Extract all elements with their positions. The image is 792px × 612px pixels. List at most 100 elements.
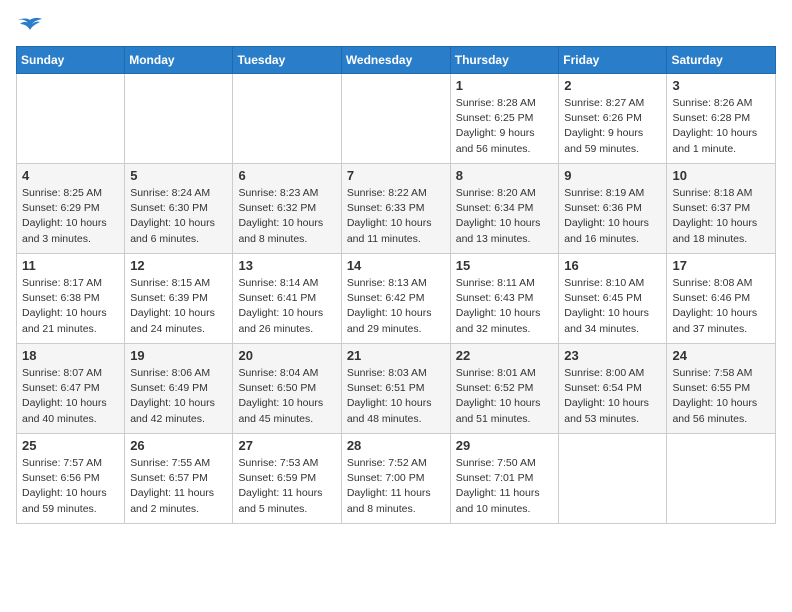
calendar-cell [125, 74, 233, 164]
calendar-cell: 20Sunrise: 8:04 AM Sunset: 6:50 PM Dayli… [233, 344, 341, 434]
day-number: 8 [456, 168, 554, 183]
day-info: Sunrise: 8:19 AM Sunset: 6:36 PM Dayligh… [564, 186, 661, 247]
calendar-cell: 22 Sunrise: 8:01 AM Sunset: 6:52 PM Dayli… [450, 344, 559, 434]
day-number: 25 [22, 438, 119, 453]
calendar-cell: 24 Sunrise: 7:58 AM Sunset: 6:55 PM Dayli… [667, 344, 776, 434]
day-info: Sunrise: 7:52 AM Sunset: 7:00 PM Dayligh… [347, 456, 445, 517]
calendar-cell: 5 Sunrise: 8:24 AM Sunset: 6:30 PM Daylig… [125, 164, 233, 254]
day-info: Sunrise: 8:07 AM Sunset: 6:47 PM Dayligh… [22, 366, 119, 427]
calendar-cell [667, 434, 776, 524]
day-number: 1 [456, 78, 554, 93]
day-info: Sunrise: 7:53 AM Sunset: 6:59 PM Dayligh… [238, 456, 335, 517]
calendar-week-row: 18Sunrise: 8:07 AM Sunset: 6:47 PM Dayli… [17, 344, 776, 434]
calendar-week-row: 4 Sunrise: 8:25 AM Sunset: 6:29 PM Daylig… [17, 164, 776, 254]
day-number: 27 [238, 438, 335, 453]
day-number: 15 [456, 258, 554, 273]
calendar-cell: 19 Sunrise: 8:06 AM Sunset: 6:49 PM Dayli… [125, 344, 233, 434]
day-number: 23 [564, 348, 661, 363]
day-number: 4 [22, 168, 119, 183]
calendar-week-row: 1Sunrise: 8:28 AM Sunset: 6:25 PM Daylig… [17, 74, 776, 164]
day-info: Sunrise: 8:01 AM Sunset: 6:52 PM Dayligh… [456, 366, 554, 427]
day-info: Sunrise: 8:22 AM Sunset: 6:33 PM Dayligh… [347, 186, 445, 247]
day-number: 9 [564, 168, 661, 183]
calendar-cell [17, 74, 125, 164]
day-info: Sunrise: 8:24 AM Sunset: 6:30 PM Dayligh… [130, 186, 227, 247]
day-number: 13 [238, 258, 335, 273]
day-info: Sunrise: 8:18 AM Sunset: 6:37 PM Dayligh… [672, 186, 770, 247]
day-info: Sunrise: 8:15 AM Sunset: 6:39 PM Dayligh… [130, 276, 227, 337]
calendar-week-row: 25 Sunrise: 7:57 AM Sunset: 6:56 PM Dayli… [17, 434, 776, 524]
day-info: Sunrise: 8:04 AM Sunset: 6:50 PM Dayligh… [238, 366, 335, 427]
calendar-cell [341, 74, 450, 164]
day-number: 19 [130, 348, 227, 363]
day-number: 11 [22, 258, 119, 273]
calendar-cell: 3 Sunrise: 8:26 AM Sunset: 6:28 PM Daylig… [667, 74, 776, 164]
calendar-cell: 13 Sunrise: 8:14 AM Sunset: 6:41 PM Dayli… [233, 254, 341, 344]
calendar-cell: 27 Sunrise: 7:53 AM Sunset: 6:59 PM Dayli… [233, 434, 341, 524]
day-info: Sunrise: 8:23 AM Sunset: 6:32 PM Dayligh… [238, 186, 335, 247]
day-number: 29 [456, 438, 554, 453]
calendar-cell [559, 434, 667, 524]
day-number: 21 [347, 348, 445, 363]
calendar-cell: 15 Sunrise: 8:11 AM Sunset: 6:43 PM Dayli… [450, 254, 559, 344]
day-info: Sunrise: 7:58 AM Sunset: 6:55 PM Dayligh… [672, 366, 770, 427]
day-number: 2 [564, 78, 661, 93]
calendar-header-tuesday: Tuesday [233, 47, 341, 74]
day-info: Sunrise: 8:10 AM Sunset: 6:45 PM Dayligh… [564, 276, 661, 337]
calendar-header-row: SundayMondayTuesdayWednesdayThursdayFrid… [17, 47, 776, 74]
day-info: Sunrise: 8:08 AM Sunset: 6:46 PM Dayligh… [672, 276, 770, 337]
day-info: Sunrise: 8:06 AM Sunset: 6:49 PM Dayligh… [130, 366, 227, 427]
calendar-header-thursday: Thursday [450, 47, 559, 74]
day-number: 22 [456, 348, 554, 363]
day-info: Sunrise: 7:57 AM Sunset: 6:56 PM Dayligh… [22, 456, 119, 517]
day-number: 16 [564, 258, 661, 273]
calendar-header-sunday: Sunday [17, 47, 125, 74]
day-number: 5 [130, 168, 227, 183]
calendar-table: SundayMondayTuesdayWednesdayThursdayFrid… [16, 46, 776, 524]
calendar-cell: 1Sunrise: 8:28 AM Sunset: 6:25 PM Daylig… [450, 74, 559, 164]
calendar-header-wednesday: Wednesday [341, 47, 450, 74]
calendar-cell: 25 Sunrise: 7:57 AM Sunset: 6:56 PM Dayli… [17, 434, 125, 524]
calendar-cell: 28Sunrise: 7:52 AM Sunset: 7:00 PM Dayli… [341, 434, 450, 524]
calendar-cell: 23 Sunrise: 8:00 AM Sunset: 6:54 PM Dayli… [559, 344, 667, 434]
calendar-cell: 21 Sunrise: 8:03 AM Sunset: 6:51 PM Dayli… [341, 344, 450, 434]
day-number: 26 [130, 438, 227, 453]
day-info: Sunrise: 8:03 AM Sunset: 6:51 PM Dayligh… [347, 366, 445, 427]
day-number: 10 [672, 168, 770, 183]
day-info: Sunrise: 7:55 AM Sunset: 6:57 PM Dayligh… [130, 456, 227, 517]
calendar-cell: 8Sunrise: 8:20 AM Sunset: 6:34 PM Daylig… [450, 164, 559, 254]
calendar-cell: 29 Sunrise: 7:50 AM Sunset: 7:01 PM Dayli… [450, 434, 559, 524]
calendar-week-row: 11Sunrise: 8:17 AM Sunset: 6:38 PM Dayli… [17, 254, 776, 344]
calendar-cell: 26 Sunrise: 7:55 AM Sunset: 6:57 PM Dayli… [125, 434, 233, 524]
day-info: Sunrise: 8:13 AM Sunset: 6:42 PM Dayligh… [347, 276, 445, 337]
calendar-cell: 16 Sunrise: 8:10 AM Sunset: 6:45 PM Dayli… [559, 254, 667, 344]
calendar-cell: 11Sunrise: 8:17 AM Sunset: 6:38 PM Dayli… [17, 254, 125, 344]
day-number: 7 [347, 168, 445, 183]
day-info: Sunrise: 8:27 AM Sunset: 6:26 PM Dayligh… [564, 96, 661, 157]
day-number: 17 [672, 258, 770, 273]
calendar-cell: 12 Sunrise: 8:15 AM Sunset: 6:39 PM Dayli… [125, 254, 233, 344]
logo-bird-icon [16, 16, 44, 38]
calendar-cell: 9 Sunrise: 8:19 AM Sunset: 6:36 PM Daylig… [559, 164, 667, 254]
calendar-header-monday: Monday [125, 47, 233, 74]
calendar-cell: 17 Sunrise: 8:08 AM Sunset: 6:46 PM Dayli… [667, 254, 776, 344]
day-number: 24 [672, 348, 770, 363]
calendar-cell: 14 Sunrise: 8:13 AM Sunset: 6:42 PM Dayli… [341, 254, 450, 344]
calendar-header-saturday: Saturday [667, 47, 776, 74]
day-number: 12 [130, 258, 227, 273]
day-info: Sunrise: 7:50 AM Sunset: 7:01 PM Dayligh… [456, 456, 554, 517]
header [16, 16, 776, 38]
day-info: Sunrise: 8:26 AM Sunset: 6:28 PM Dayligh… [672, 96, 770, 157]
logo [16, 16, 48, 38]
calendar-cell: 10 Sunrise: 8:18 AM Sunset: 6:37 PM Dayli… [667, 164, 776, 254]
calendar-cell: 7 Sunrise: 8:22 AM Sunset: 6:33 PM Daylig… [341, 164, 450, 254]
calendar-header-friday: Friday [559, 47, 667, 74]
calendar-cell: 18Sunrise: 8:07 AM Sunset: 6:47 PM Dayli… [17, 344, 125, 434]
day-info: Sunrise: 8:00 AM Sunset: 6:54 PM Dayligh… [564, 366, 661, 427]
day-number: 3 [672, 78, 770, 93]
day-info: Sunrise: 8:14 AM Sunset: 6:41 PM Dayligh… [238, 276, 335, 337]
day-info: Sunrise: 8:11 AM Sunset: 6:43 PM Dayligh… [456, 276, 554, 337]
day-number: 14 [347, 258, 445, 273]
day-info: Sunrise: 8:25 AM Sunset: 6:29 PM Dayligh… [22, 186, 119, 247]
day-number: 6 [238, 168, 335, 183]
